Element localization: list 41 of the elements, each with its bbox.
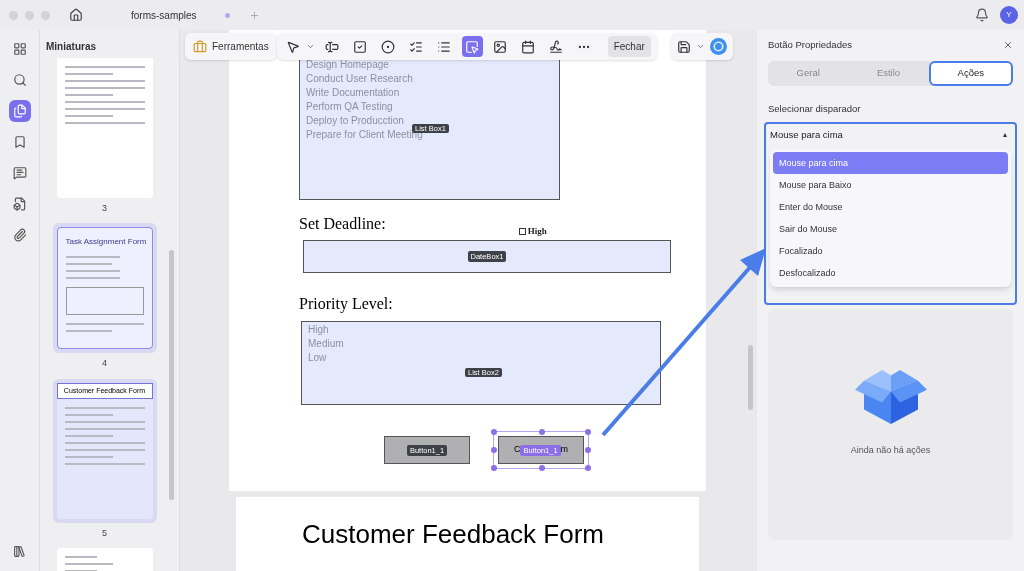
user-avatar[interactable]: Y (1000, 6, 1018, 24)
toolbox-icon (193, 39, 207, 54)
menu-option[interactable]: Mouse para Baixo (773, 174, 1008, 197)
menu-option[interactable]: Focalizado (773, 240, 1008, 263)
page-thumbnail[interactable]: Task Assignment Form (56, 227, 153, 350)
checkbox[interactable] (518, 227, 526, 235)
trigger-dropdown[interactable]: Mouse para cima (770, 124, 1011, 147)
chevron-icon[interactable] (305, 42, 315, 51)
empty-message: Ainda não há ações (850, 444, 931, 458)
caret-icon (1003, 133, 1007, 138)
scrollbar[interactable] (748, 345, 753, 410)
menu-option[interactable]: Desfocalizado (773, 262, 1008, 285)
panel-title: Miniaturas (45, 40, 97, 54)
notification-icon[interactable] (975, 8, 989, 22)
button-tool-icon[interactable] (461, 36, 483, 57)
checkbox-label: High (527, 224, 547, 238)
section-heading: Priority Level: (299, 294, 394, 315)
home-icon[interactable] (69, 8, 83, 22)
page-thumbnail[interactable] (56, 548, 153, 571)
section-heading: Set Deadline: (299, 214, 386, 234)
menu-option[interactable]: Enter do Mouse (773, 196, 1008, 219)
page-thumbnail[interactable] (56, 57, 153, 198)
library-icon[interactable] (13, 545, 26, 558)
tools-button[interactable]: Ferramentas (185, 33, 277, 60)
field-label: Selecionar disparador (768, 102, 862, 116)
page-heading: Customer Feedback Form (302, 519, 604, 549)
close-button[interactable]: Fechar (607, 36, 651, 57)
page-number: 5 (102, 526, 107, 540)
scrollbar[interactable] (169, 250, 174, 500)
page-number: 4 (102, 357, 107, 371)
pages-icon[interactable] (8, 100, 31, 122)
tab[interactable]: Ações (928, 61, 1013, 86)
assistant-icon[interactable] (709, 38, 727, 55)
page-number: 3 (102, 201, 107, 215)
panel-title: Botão Propriedades (768, 37, 853, 52)
document-tab[interactable]: forms-samples (131, 7, 197, 23)
menu-option[interactable]: Sair do Mouse (773, 218, 1008, 241)
save-icon[interactable] (676, 39, 691, 54)
thumbnail-title: Task Assignment Form (65, 236, 144, 249)
close-icon[interactable] (1003, 40, 1013, 50)
chevron-icon[interactable] (695, 42, 705, 51)
